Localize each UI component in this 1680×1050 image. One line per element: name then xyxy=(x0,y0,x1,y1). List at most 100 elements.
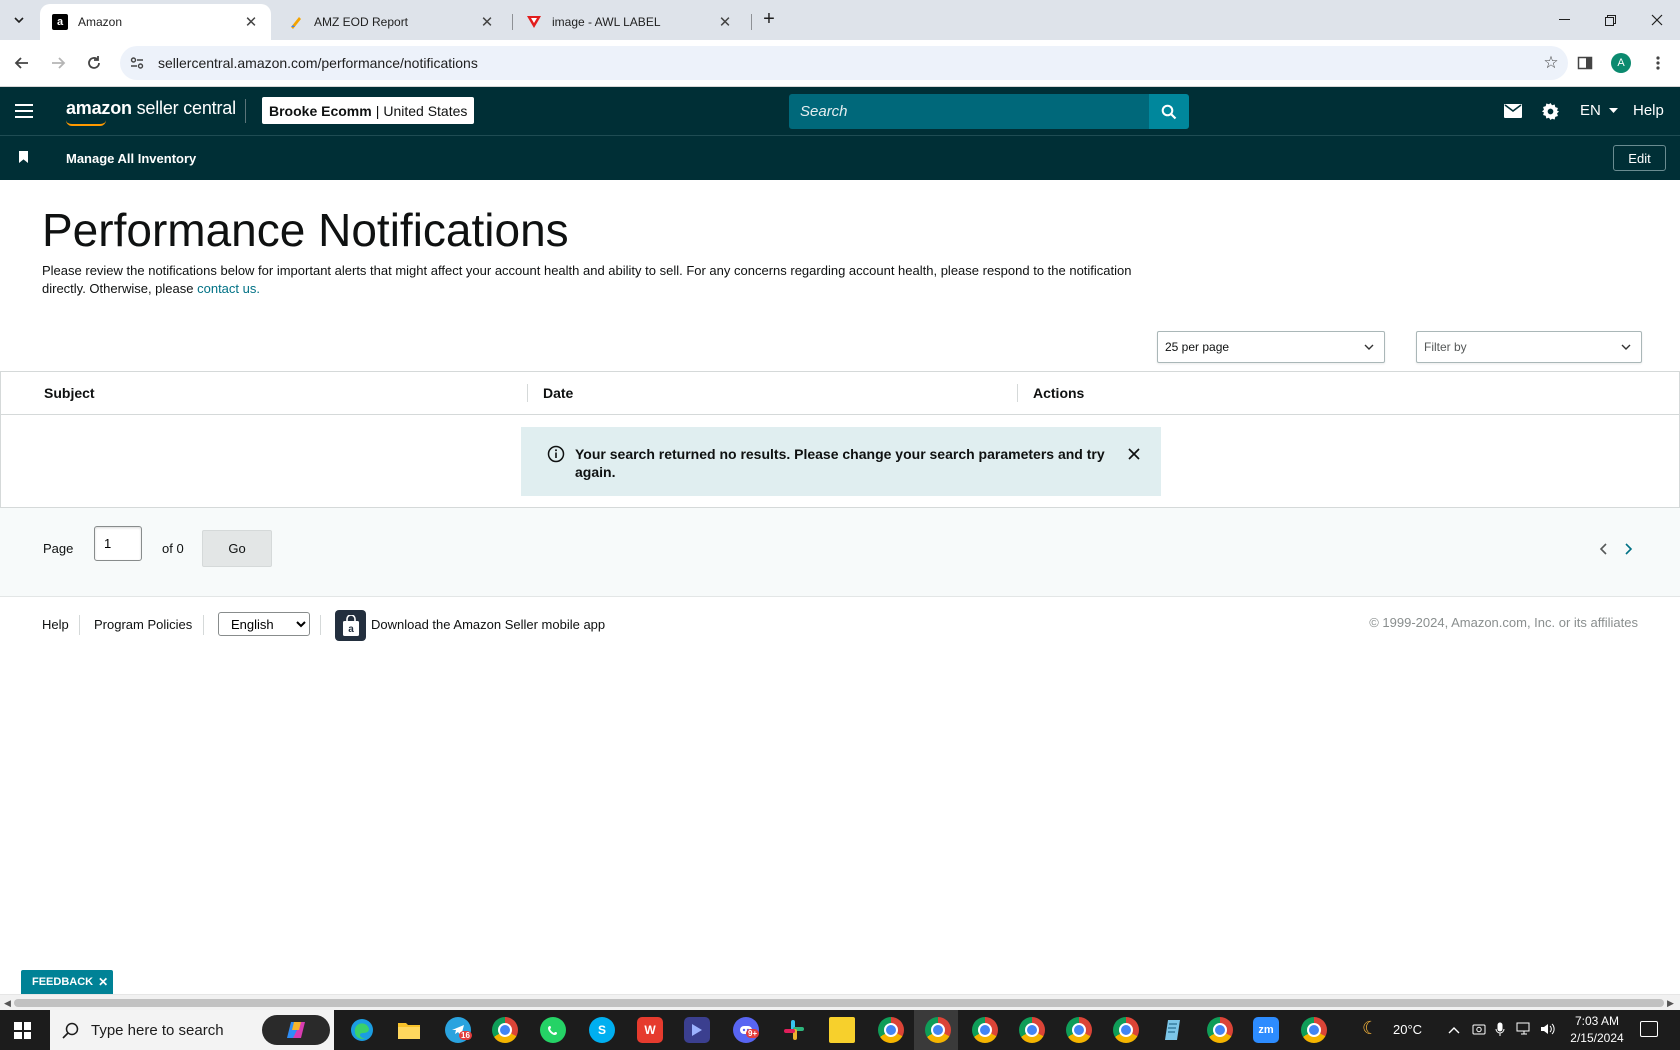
chrome-profile-f-icon[interactable] xyxy=(878,1017,904,1043)
chrome-profile-o-icon[interactable] xyxy=(972,1017,998,1043)
download-app-link[interactable]: Download the Amazon Seller mobile app xyxy=(371,617,605,632)
feedback-button[interactable]: FEEDBACK ✕ xyxy=(21,970,113,994)
notification-center-icon[interactable] xyxy=(1640,1021,1658,1037)
chevron-down-icon xyxy=(1621,344,1631,350)
column-divider xyxy=(1017,384,1018,402)
notepad-icon[interactable] xyxy=(1160,1017,1186,1043)
camera-icon[interactable] xyxy=(1472,1022,1486,1039)
site-info-icon[interactable] xyxy=(120,46,154,80)
tab-amazon[interactable]: a Amazon ✕ xyxy=(40,4,271,40)
scroll-right-icon[interactable]: ▶ xyxy=(1667,998,1674,1009)
volume-icon[interactable] xyxy=(1540,1022,1556,1039)
search-button[interactable] xyxy=(1149,94,1189,129)
search-icon xyxy=(62,1022,79,1039)
column-divider xyxy=(527,384,528,402)
chrome-icon[interactable] xyxy=(492,1017,518,1043)
bookmark-bar: Manage All Inventory Edit xyxy=(0,135,1680,180)
scroll-left-icon[interactable]: ◀ xyxy=(4,998,11,1009)
program-policies-link[interactable]: Program Policies xyxy=(94,617,192,632)
telegram-icon[interactable]: 16 xyxy=(445,1017,472,1043)
close-feedback-icon[interactable]: ✕ xyxy=(98,975,108,989)
scrollbar-thumb[interactable] xyxy=(14,999,1664,1007)
bookmark-manage-all-inventory[interactable]: Manage All Inventory xyxy=(66,151,196,166)
chrome-profile-j4-icon[interactable] xyxy=(1301,1017,1327,1043)
chrome-profile-a-icon[interactable] xyxy=(925,1017,951,1043)
address-bar[interactable]: sellercentral.amazon.com/performance/not… xyxy=(120,46,1568,80)
zoom-icon[interactable]: zm xyxy=(1253,1017,1279,1043)
restore-icon[interactable] xyxy=(1587,0,1633,40)
url-text[interactable]: sellercentral.amazon.com/performance/not… xyxy=(158,55,1534,71)
tab-search-icon[interactable] xyxy=(7,8,31,32)
edit-bookmarks-button[interactable]: Edit xyxy=(1613,145,1666,171)
edge-icon[interactable] xyxy=(349,1017,375,1043)
column-date[interactable]: Date xyxy=(543,385,573,401)
chevron-down-icon xyxy=(1364,344,1374,350)
page-number-input[interactable] xyxy=(94,526,142,561)
go-button[interactable]: Go xyxy=(202,530,272,567)
footer-help-link[interactable]: Help xyxy=(42,617,69,632)
search-input[interactable] xyxy=(800,103,1130,120)
microphone-icon[interactable] xyxy=(1495,1022,1505,1040)
skype-icon[interactable]: S xyxy=(589,1017,615,1043)
column-subject[interactable]: Subject xyxy=(44,385,95,401)
amazon-seller-app-icon[interactable]: a xyxy=(335,610,366,641)
close-window-icon[interactable] xyxy=(1634,0,1680,40)
reload-icon[interactable] xyxy=(81,50,107,76)
filter-select[interactable]: Filter by xyxy=(1416,331,1642,363)
tab-awl-label[interactable]: image - AWL LABEL ✕ xyxy=(514,4,745,40)
contact-us-link[interactable]: contact us. xyxy=(197,281,260,296)
per-page-select[interactable]: 25 per page xyxy=(1157,331,1385,363)
tab-title: image - AWL LABEL xyxy=(552,15,661,29)
close-tab-icon[interactable]: ✕ xyxy=(479,13,495,31)
chrome-profile-j-icon[interactable] xyxy=(1066,1017,1092,1043)
footer-language-select[interactable]: English xyxy=(218,612,310,636)
page-description: Please review the notifications below fo… xyxy=(42,262,1132,298)
bookmark-star-icon[interactable]: ☆ xyxy=(1534,53,1568,73)
next-page-icon[interactable] xyxy=(1621,542,1635,556)
discord-icon[interactable]: 9+ xyxy=(733,1017,760,1043)
no-results-message: Your search returned no results. Please … xyxy=(575,446,1105,480)
page-count-label: of 0 xyxy=(162,541,184,556)
previous-page-icon[interactable] xyxy=(1597,542,1611,556)
copilot-icon[interactable] xyxy=(262,1015,330,1045)
minimize-icon[interactable] xyxy=(1541,0,1587,40)
back-icon[interactable] xyxy=(9,50,35,76)
horizontal-scrollbar[interactable]: ◀ ▶ xyxy=(0,994,1680,1011)
chrome-profile-j2-icon[interactable] xyxy=(1113,1017,1139,1043)
forward-icon[interactable] xyxy=(45,50,71,76)
close-icon[interactable] xyxy=(1125,445,1143,463)
chrome-profile-m-icon[interactable] xyxy=(1019,1017,1045,1043)
media-player-icon[interactable] xyxy=(684,1017,710,1043)
side-panel-icon[interactable] xyxy=(1574,52,1596,74)
weather-temperature[interactable]: 20°C xyxy=(1393,1022,1422,1037)
chrome-profile-j3-icon[interactable] xyxy=(1207,1017,1233,1043)
close-tab-icon[interactable]: ✕ xyxy=(717,13,733,31)
help-link[interactable]: Help xyxy=(1633,102,1664,119)
windows-taskbar: Type here to search 16 S W 9+ zm ☾ 20°C xyxy=(0,1010,1680,1050)
browser-menu-icon[interactable] xyxy=(1647,52,1669,74)
windows-start-icon[interactable] xyxy=(14,1022,31,1039)
footer-divider xyxy=(320,615,321,635)
new-tab-icon[interactable]: + xyxy=(757,8,781,32)
wps-office-icon[interactable]: W xyxy=(637,1017,663,1043)
weather-moon-icon[interactable]: ☾ xyxy=(1362,1018,1378,1039)
network-icon[interactable] xyxy=(1516,1022,1532,1039)
tab-amz-eod-report[interactable]: AMZ EOD Report ✕ xyxy=(276,4,507,40)
sticky-notes-icon[interactable] xyxy=(829,1017,855,1043)
seller-central-logo[interactable]: amazon seller central xyxy=(66,98,236,119)
mail-icon[interactable] xyxy=(1504,100,1522,122)
whatsapp-icon[interactable] xyxy=(540,1017,566,1043)
slack-icon[interactable] xyxy=(781,1017,807,1043)
header-search xyxy=(789,94,1149,129)
profile-avatar[interactable]: A xyxy=(1611,53,1631,73)
close-tab-icon[interactable]: ✕ xyxy=(243,13,259,31)
settings-gear-icon[interactable] xyxy=(1541,100,1560,122)
tab-title: AMZ EOD Report xyxy=(314,15,409,29)
account-switcher[interactable]: Brooke Ecomm | United States xyxy=(262,97,475,124)
file-explorer-icon[interactable] xyxy=(396,1017,422,1043)
taskbar-clock[interactable]: 7:03 AM 2/15/2024 xyxy=(1562,1013,1632,1047)
page-label: Page xyxy=(43,541,74,556)
language-selector[interactable]: EN xyxy=(1580,102,1619,119)
show-hidden-icons-icon[interactable] xyxy=(1448,1022,1460,1037)
hamburger-menu-icon[interactable] xyxy=(14,101,34,121)
